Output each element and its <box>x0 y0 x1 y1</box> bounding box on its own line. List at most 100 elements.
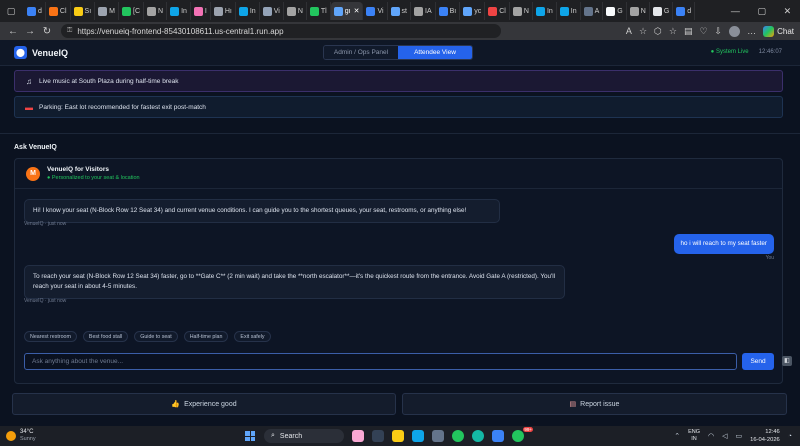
window-controls: — ▢ ✕ <box>722 6 800 17</box>
car-icon: ▬ <box>25 102 33 112</box>
browser-tab[interactable]: G <box>650 2 674 20</box>
read-aloud-icon[interactable]: A <box>626 26 632 36</box>
favorite-icon[interactable]: ☆ <box>639 26 647 37</box>
language-indicator[interactable]: ENG IN <box>688 429 700 443</box>
store-app-icon[interactable] <box>432 430 444 442</box>
chip-exit-safely[interactable]: Exit safely <box>234 331 271 342</box>
forward-icon[interactable]: → <box>23 26 37 37</box>
clipboard-icon: ▤ <box>569 401 577 408</box>
notifications-icon[interactable]: ◔ <box>788 433 792 440</box>
weather-temp: 34°C <box>20 429 34 435</box>
chat-panel: M VenueIQ for Visitors ● Personalized to… <box>14 158 792 384</box>
browser-tab[interactable]: Hı <box>211 2 236 20</box>
downloads-icon[interactable]: ⇩ <box>715 26 723 37</box>
chip-best-food-stall[interactable]: Best food stall <box>82 331 129 342</box>
browser-tab[interactable]: Cl <box>46 2 71 20</box>
tab-label: Tl <box>320 7 327 15</box>
tab-label: d <box>687 7 692 15</box>
browser-tab[interactable]: N <box>284 2 307 20</box>
browser-tab[interactable]: Bı <box>436 2 461 20</box>
weather-condition: Sunny <box>20 436 36 442</box>
more-menu-icon[interactable]: … <box>747 26 756 36</box>
browser-tab[interactable]: N <box>144 2 168 20</box>
tab-admin-ops-panel[interactable]: Admin / Ops Panel <box>324 46 398 59</box>
vscode-app-icon[interactable] <box>492 430 504 442</box>
browser-tab[interactable]: In <box>533 2 557 20</box>
browser-tab[interactable]: In <box>557 2 581 20</box>
weather-widget[interactable]: 34°C Sunny <box>6 429 36 443</box>
volume-icon[interactable]: ◁ <box>722 432 727 440</box>
chip-half-time-plan[interactable]: Half-time plan <box>183 331 229 342</box>
whatsapp-app-icon[interactable]: 99+ <box>512 427 533 442</box>
tulips-app-icon[interactable] <box>352 430 364 442</box>
browser-tab[interactable]: A <box>581 2 604 20</box>
maximize-icon[interactable]: ▢ <box>757 6 766 17</box>
chip-guide-to-seat[interactable]: Guide to seat <box>134 331 178 342</box>
wifi-icon[interactable]: ◠ <box>708 432 714 440</box>
browser-tab[interactable]: Vi <box>260 2 284 20</box>
close-tab-icon[interactable]: ✕ <box>354 7 360 15</box>
tab-label: In <box>570 7 577 15</box>
browser-tab[interactable]: IA <box>411 2 436 20</box>
chip-nearest-restroom[interactable]: Nearest restroom <box>24 331 77 342</box>
assistant-icon[interactable]: ◧ <box>782 356 792 366</box>
browser-tab[interactable]: d <box>673 2 696 20</box>
tab-attendee-view[interactable]: Attendee View <box>398 46 472 59</box>
battery-icon[interactable]: ▭ <box>735 432 742 440</box>
chat-input[interactable] <box>24 352 738 370</box>
browser-tab[interactable]: In <box>236 2 260 20</box>
minimize-icon[interactable]: — <box>731 6 740 17</box>
profile-avatar[interactable] <box>729 25 741 37</box>
browser-essentials-icon[interactable]: ♡ <box>699 26 707 37</box>
search-icon: ⌕ <box>271 432 275 439</box>
mail-app-icon[interactable] <box>412 430 424 442</box>
reload-icon[interactable]: ↻ <box>40 26 54 37</box>
browser-tab[interactable]: Cl <box>485 2 510 20</box>
browser-tab[interactable]: Vi <box>363 2 388 20</box>
file-explorer-icon[interactable] <box>392 430 404 442</box>
tab-favicon-icon <box>27 6 36 16</box>
system-tray: ⌃ ENG IN ◠ ◁ ▭ 12:46 16-04-2026 ◔ <box>674 428 792 444</box>
extensions-icon[interactable]: ⬡ <box>654 26 662 37</box>
browser-tab[interactable]: yc <box>460 2 486 20</box>
language-code: ENG <box>688 429 700 435</box>
browser-tab[interactable]: d <box>24 2 46 20</box>
browser-tab[interactable]: [C <box>119 2 144 20</box>
tab-label: I <box>204 7 207 15</box>
bot-subtitle: ● Personalized to your seat & location <box>47 175 140 181</box>
site-info-icon[interactable]: ⚿ <box>67 27 72 35</box>
browser-tab[interactable]: st <box>388 2 411 20</box>
edge-app-icon[interactable] <box>472 430 484 442</box>
report-issue-button[interactable]: ▤ Report issue <box>402 393 787 415</box>
browser-tab[interactable]: Tl <box>307 2 331 20</box>
taskbar-clock[interactable]: 12:46 16-04-2026 <box>750 428 780 444</box>
experience-good-button[interactable]: 👍 Experience good <box>12 393 396 415</box>
task-view-icon[interactable] <box>372 430 384 442</box>
browser-tab[interactable]: G <box>603 2 627 20</box>
chevron-up-icon[interactable]: ⌃ <box>674 432 680 440</box>
brand-name: VenueIQ <box>32 47 69 58</box>
taskbar-search-label: Search <box>279 432 303 440</box>
favorites-icon[interactable]: ☆ <box>669 26 677 37</box>
close-window-icon[interactable]: ✕ <box>784 6 792 17</box>
back-icon[interactable]: ← <box>6 26 20 37</box>
browser-tab[interactable]: M <box>95 2 119 20</box>
browser-tab[interactable]: I <box>191 2 211 20</box>
browser-tab[interactable]: gı ✕ <box>330 2 364 20</box>
taskbar-search[interactable]: ⌕ Search <box>264 429 344 443</box>
bot-name: VenueIQ for Visitors <box>47 166 110 173</box>
copilot-chat-button[interactable]: Chat <box>763 25 794 37</box>
browser-tab[interactable]: In <box>167 2 191 20</box>
browser-tab[interactable]: Sı <box>71 2 96 20</box>
send-button[interactable]: Send <box>742 352 774 370</box>
collections-icon[interactable]: ▤ <box>684 26 693 37</box>
chrome-app-icon[interactable] <box>452 430 464 442</box>
bot-message-1: Hi! I know your seat (N-Block Row 12 Sea… <box>24 199 500 223</box>
user-message-1: ho i will reach to my seat faster <box>673 234 774 254</box>
tab-actions-icon[interactable]: ▢ <box>4 4 18 18</box>
browser-tab[interactable]: N <box>627 2 650 20</box>
browser-tab[interactable]: N <box>510 2 533 20</box>
start-icon[interactable] <box>245 431 255 441</box>
tab-label: Bı <box>449 7 457 15</box>
url-field[interactable]: ⚿ https://venueiq-frontend-85430108611.u… <box>61 24 501 38</box>
